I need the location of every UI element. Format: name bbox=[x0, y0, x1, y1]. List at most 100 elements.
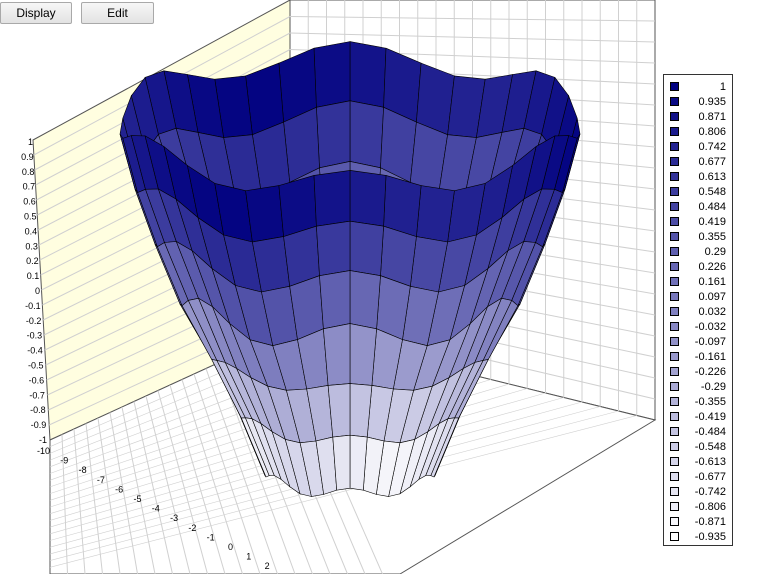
legend-label: 0.871 bbox=[698, 110, 726, 123]
legend-item: 0.871 bbox=[664, 109, 732, 124]
legend-swatch bbox=[670, 322, 679, 331]
legend-item: 0.032 bbox=[664, 304, 732, 319]
surface-facet bbox=[245, 185, 284, 243]
legend-label: -0.548 bbox=[694, 440, 726, 453]
z-tick-label: -0.7 bbox=[29, 390, 45, 400]
legend-item: -0.097 bbox=[664, 334, 732, 349]
z-tick-label: 0.5 bbox=[24, 212, 37, 222]
legend-swatch bbox=[670, 217, 679, 226]
legend-item: -0.161 bbox=[664, 349, 732, 364]
surface-facet bbox=[349, 170, 387, 227]
z-tick-label: 0.8 bbox=[22, 167, 35, 177]
legend-item: -0.484 bbox=[664, 424, 732, 439]
legend-item: -0.871 bbox=[664, 514, 732, 529]
surface-facet bbox=[349, 100, 384, 169]
legend-label: -0.613 bbox=[694, 455, 726, 468]
legend-item: 0.29 bbox=[664, 244, 732, 259]
legend-label: -0.29 bbox=[700, 380, 726, 393]
x-tick-label: -5 bbox=[133, 494, 141, 504]
legend-item: -0.935 bbox=[664, 529, 732, 544]
legend-label: 1 bbox=[719, 80, 726, 93]
z-tick-label: 0.6 bbox=[23, 197, 36, 207]
x-tick-label: -10 bbox=[37, 446, 50, 456]
legend-swatch bbox=[670, 337, 679, 346]
legend-label: -0.806 bbox=[694, 500, 726, 513]
legend-label: -0.677 bbox=[694, 470, 726, 483]
surface-facet bbox=[313, 170, 351, 227]
legend-swatch bbox=[670, 517, 679, 526]
legend-swatch bbox=[670, 292, 679, 301]
legend-label: 0.161 bbox=[698, 275, 726, 288]
legend-label: -0.419 bbox=[694, 410, 726, 423]
surface-chart: 1 0.9 0.8 0.7 0.6 0.5 0.4 0.3 0.2 0.1 0 -0.1 -0.2 -0.… bbox=[21, 0, 657, 574]
legend-label: -0.935 bbox=[694, 530, 726, 543]
x-tick-label: -8 bbox=[79, 465, 87, 475]
legend-swatch bbox=[670, 157, 679, 166]
legend-swatch bbox=[670, 187, 679, 196]
surface-facet bbox=[316, 220, 351, 277]
legend-item: 0.613 bbox=[664, 169, 732, 184]
z-tick-label: -0.4 bbox=[27, 346, 43, 356]
legend-item: 0.935 bbox=[664, 94, 732, 109]
legend-label: -0.355 bbox=[694, 395, 726, 408]
legend-item: 0.742 bbox=[664, 139, 732, 154]
legend-label: 0.548 bbox=[698, 185, 726, 198]
legend-item: 0.484 bbox=[664, 199, 732, 214]
legend-swatch bbox=[670, 352, 679, 361]
legend-label: 0.097 bbox=[698, 290, 726, 303]
legend-label: 0.419 bbox=[698, 215, 726, 228]
color-legend: 1 0.935 0.871 0.806 0.742 0.677 0.613 0.548 0.48… bbox=[663, 74, 733, 546]
surface-facet bbox=[278, 175, 317, 237]
legend-item: 0.419 bbox=[664, 214, 732, 229]
surface-facet bbox=[349, 270, 381, 330]
legend-swatch bbox=[670, 382, 679, 391]
legend-label: -0.097 bbox=[694, 335, 726, 348]
legend-label: -0.226 bbox=[694, 365, 726, 378]
legend-item: 0.226 bbox=[664, 259, 732, 274]
surface-facet bbox=[313, 41, 351, 108]
legend-item: -0.226 bbox=[664, 364, 732, 379]
legend-label: -0.161 bbox=[694, 350, 726, 363]
legend-item: 0.097 bbox=[664, 289, 732, 304]
z-tick-label: 0 bbox=[35, 286, 40, 296]
z-tick-label: -0.2 bbox=[26, 316, 42, 326]
legend-label: 0.935 bbox=[698, 95, 726, 108]
legend-item: -0.032 bbox=[664, 319, 732, 334]
legend-label: 0.032 bbox=[698, 305, 726, 318]
surface-facet bbox=[416, 185, 455, 243]
legend-swatch bbox=[670, 97, 679, 106]
surface-facet bbox=[283, 225, 320, 287]
legend-swatch bbox=[670, 142, 679, 151]
surface-facet bbox=[316, 100, 351, 169]
legend-label: 0.806 bbox=[698, 125, 726, 138]
x-tick-label: -6 bbox=[115, 484, 123, 494]
legend-swatch bbox=[670, 247, 679, 256]
surface-facet bbox=[323, 323, 351, 386]
legend-item: -0.419 bbox=[664, 409, 732, 424]
legend-item: 0.677 bbox=[664, 154, 732, 169]
legend-label: 0.484 bbox=[698, 200, 726, 213]
surface-facet bbox=[380, 225, 417, 287]
legend-label: 0.677 bbox=[698, 155, 726, 168]
x-tick-label: 1 bbox=[246, 552, 251, 562]
legend-item: 0.161 bbox=[664, 274, 732, 289]
legend-label: -0.484 bbox=[694, 425, 726, 438]
z-tick-label: 0.1 bbox=[27, 271, 40, 281]
legend-label: 0.29 bbox=[704, 245, 726, 258]
x-tick-label: -2 bbox=[188, 523, 196, 533]
legend-label: -0.742 bbox=[694, 485, 726, 498]
legend-swatch bbox=[670, 202, 679, 211]
legend-swatch bbox=[670, 307, 679, 316]
legend-swatch bbox=[670, 502, 679, 511]
legend-swatch bbox=[670, 262, 679, 271]
z-tick-label: -0.9 bbox=[31, 420, 47, 430]
legend-label: 0.742 bbox=[698, 140, 726, 153]
legend-swatch bbox=[670, 397, 679, 406]
legend-item: -0.29 bbox=[664, 379, 732, 394]
x-tick-label: -3 bbox=[170, 513, 178, 523]
legend-swatch bbox=[670, 457, 679, 466]
z-tick-label: -0.5 bbox=[28, 361, 44, 371]
legend-swatch bbox=[670, 367, 679, 376]
legend-item: -0.355 bbox=[664, 394, 732, 409]
surface-facet bbox=[383, 175, 422, 237]
